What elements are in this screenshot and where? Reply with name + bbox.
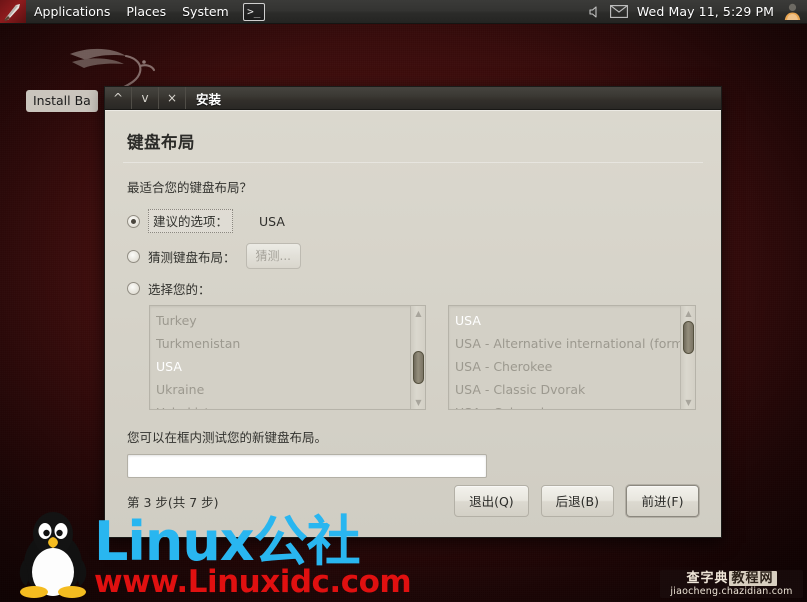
option-guess[interactable]: 猜测键盘布局： 猜测... (127, 243, 699, 269)
window-footer: 第 3 步(共 7 步) 退出(Q) 后退(B) 前进(F) (127, 485, 699, 517)
window-maximize-button[interactable]: v (132, 87, 159, 109)
list-item[interactable]: Ukraine (156, 378, 410, 401)
scroll-up-icon[interactable]: ▲ (411, 306, 425, 320)
scroll-down-icon[interactable]: ▼ (411, 395, 425, 409)
list-item[interactable]: Turkey (156, 309, 410, 332)
title-divider (123, 162, 703, 163)
menu-system[interactable]: System (174, 2, 237, 22)
option-choose-own[interactable]: 选择您的： (127, 279, 699, 298)
back-button[interactable]: 后退(B) (540, 485, 614, 517)
option-choose-own-label: 选择您的： (148, 282, 211, 297)
forward-button[interactable]: 前进(F) (626, 485, 699, 517)
menu-applications[interactable]: Applications (26, 2, 118, 22)
option-suggested[interactable]: 建议的选项： USA (127, 209, 699, 233)
scroll-up-icon[interactable]: ▲ (681, 306, 695, 320)
desktop-icon-label: Install Ba (26, 90, 98, 112)
scroll-down-icon[interactable]: ▼ (681, 395, 695, 409)
variant-listbox[interactable]: USA USA - Alternative international (for… (448, 305, 696, 410)
list-item[interactable]: Uzbekistan (156, 401, 410, 409)
country-list-items: Turkey Turkmenistan USA Ukraine Uzbekist… (150, 306, 410, 409)
radio-choose-own[interactable] (127, 282, 140, 295)
panel-status-area: Wed May 11, 5:29 PM (587, 2, 807, 21)
backtrack-sword-icon[interactable] (0, 0, 26, 23)
country-listbox[interactable]: Turkey Turkmenistan USA Ukraine Uzbekist… (149, 305, 426, 410)
window-shade-button[interactable]: ^ (105, 87, 132, 109)
list-item[interactable]: USA - Cherokee (455, 355, 680, 378)
quit-button[interactable]: 退出(Q) (454, 485, 529, 517)
terminal-icon[interactable]: >_ (242, 2, 265, 21)
scrollbar-thumb[interactable] (683, 321, 694, 354)
question-label: 最适合您的键盘布局？ (127, 180, 253, 195)
test-hint-label: 您可以在框内测试您的新键盘布局。 (127, 430, 328, 445)
list-item[interactable]: USA - Classic Dvorak (455, 378, 680, 401)
variant-list-scrollbar[interactable]: ▲ ▼ (680, 306, 695, 409)
window-content: 键盘布局 最适合您的键盘布局？ 建议的选项： USA 猜测键盘布局： 猜测...… (105, 110, 721, 537)
list-item[interactable]: USA (156, 355, 410, 378)
list-item[interactable]: USA - Alternative international (forme (455, 332, 680, 355)
country-list-scrollbar[interactable]: ▲ ▼ (410, 306, 425, 409)
radio-guess[interactable] (127, 249, 140, 263)
radio-suggested[interactable] (127, 214, 140, 228)
variant-list-items: USA USA - Alternative international (for… (449, 306, 680, 409)
window-titlebar[interactable]: ^ v × 安装 (105, 87, 721, 110)
page-title: 键盘布局 (127, 133, 195, 152)
volume-icon[interactable] (587, 5, 601, 19)
action-buttons: 退出(Q) 后退(B) 前进(F) (454, 485, 699, 517)
list-item[interactable]: USA - Colemak (455, 401, 680, 409)
list-item[interactable]: USA (455, 309, 680, 332)
scrollbar-thumb[interactable] (413, 351, 424, 384)
panel-clock[interactable]: Wed May 11, 5:29 PM (637, 4, 774, 19)
gnome-top-panel: Applications Places System >_ Wed May 11… (0, 0, 807, 24)
installer-window: ^ v × 安装 键盘布局 最适合您的键盘布局？ 建议的选项： USA 猜测键盘… (104, 86, 722, 538)
list-item[interactable]: Turkmenistan (156, 332, 410, 355)
step-indicator: 第 3 步(共 7 步) (127, 494, 219, 510)
window-title: 安装 (196, 91, 222, 107)
user-avatar-icon[interactable] (783, 2, 802, 21)
keyboard-test-input[interactable] (127, 454, 487, 478)
guess-button[interactable]: 猜测... (245, 243, 301, 269)
suggested-layout-value: USA (259, 213, 285, 229)
desktop-icon-install-backtrack[interactable]: Install Ba (26, 90, 98, 112)
layout-lists: Turkey Turkmenistan USA Ukraine Uzbekist… (127, 305, 699, 410)
option-guess-label: 猜测键盘布局： (148, 249, 236, 265)
window-close-button[interactable]: × (159, 87, 186, 109)
mail-icon[interactable] (609, 5, 628, 18)
menu-places[interactable]: Places (118, 2, 174, 22)
option-suggested-label: 建议的选项： (148, 209, 234, 233)
